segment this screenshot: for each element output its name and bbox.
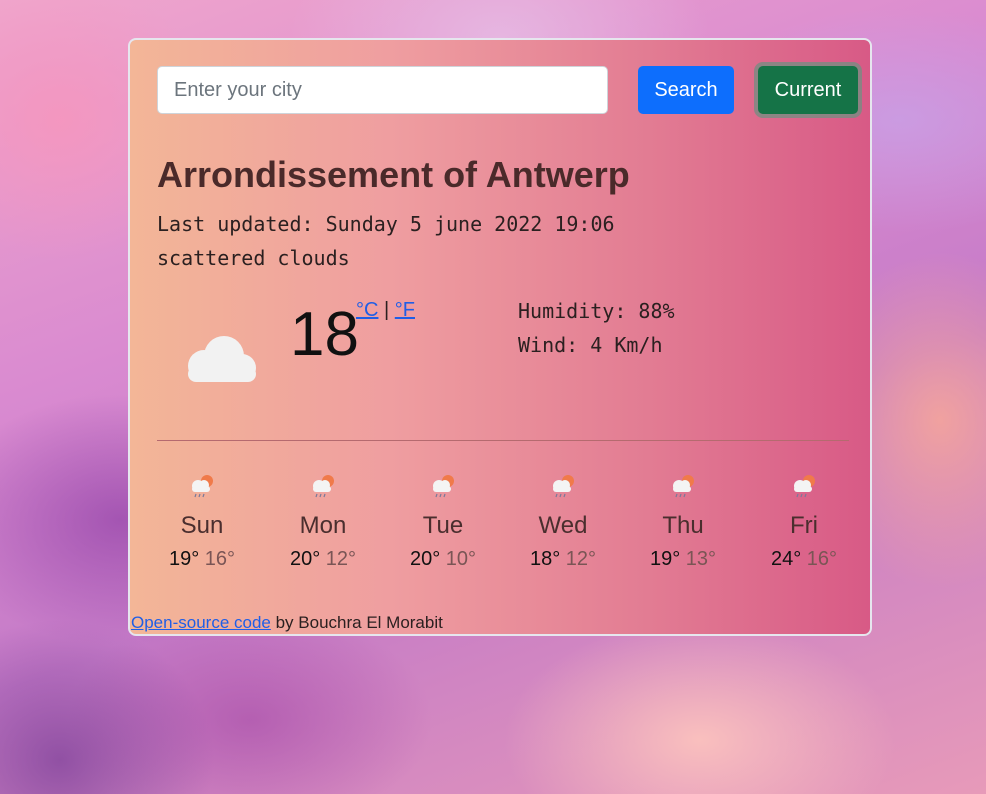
open-source-link[interactable]: Open-source code [131, 613, 271, 632]
forecast-day: Thu 19° 13° [633, 472, 733, 571]
rain-cloud-sun-icon [673, 475, 694, 498]
forecast-day-name: Sun [180, 512, 224, 539]
forecast-min: 10° [445, 548, 477, 570]
current-temperature: 18 [290, 300, 359, 369]
forecast-max: 19° [649, 548, 681, 570]
forecast-day: Wed 18° 12° [513, 472, 613, 571]
forecast-temps: 19° 13° [633, 548, 733, 571]
forecast-day-name: Wed [538, 512, 588, 539]
forecast-temps: 18° 12° [513, 548, 613, 571]
unit-switch: °C | °F [356, 299, 415, 322]
forecast-day: Fri 24° 16° [754, 472, 854, 571]
footer-credit: by Bouchra El Morabit [270, 613, 443, 632]
search-button[interactable]: Search [638, 66, 734, 114]
city-name: Arrondissement of Antwerp [157, 154, 630, 195]
forecast-max: 20° [289, 548, 321, 570]
city-search-input[interactable] [157, 66, 608, 114]
forecast-max: 19° [168, 548, 200, 570]
cloud-icon [188, 336, 256, 382]
forecast-temps: 20° 12° [273, 548, 373, 571]
unit-separator: | [384, 299, 390, 321]
last-updated: Last updated: Sunday 5 june 2022 19:06 [157, 212, 615, 236]
divider [157, 440, 849, 441]
forecast-temps: 20° 10° [393, 548, 493, 571]
rain-cloud-sun-icon [192, 475, 213, 498]
forecast-min: 12° [325, 548, 357, 570]
forecast-day: Tue 20° 10° [393, 472, 493, 571]
rain-cloud-sun-icon [313, 475, 334, 498]
forecast-min: 13° [685, 548, 717, 570]
current-location-button[interactable]: Current [758, 66, 858, 114]
forecast-max: 18° [529, 548, 561, 570]
forecast-temps: 24° 16° [754, 548, 854, 571]
forecast-max: 20° [409, 548, 441, 570]
fahrenheit-link[interactable]: °F [395, 299, 415, 321]
forecast-day-name: Thu [662, 512, 704, 539]
forecast-day: Sun 19° 16° [152, 472, 252, 571]
wind-speed: Wind: 4 Km/h [518, 333, 663, 357]
forecast-day-name: Mon [299, 512, 347, 539]
forecast-min: 16° [806, 548, 838, 570]
forecast-day: Mon 20° 12° [273, 472, 373, 571]
forecast-min: 12° [565, 548, 597, 570]
rain-cloud-sun-icon [553, 475, 574, 498]
forecast-day-name: Tue [422, 512, 464, 539]
weather-card: Search Current Arrondissement of Antwerp… [128, 38, 872, 636]
rain-cloud-sun-icon [433, 475, 454, 498]
footer: Open-source code by Bouchra El Morabit [131, 613, 443, 633]
forecast-temps: 19° 16° [152, 548, 252, 571]
celsius-link[interactable]: °C [356, 299, 378, 321]
forecast-min: 16° [204, 548, 236, 570]
weather-description: scattered clouds [157, 246, 350, 270]
rain-cloud-sun-icon [794, 475, 815, 498]
forecast-day-name: Fri [790, 512, 818, 539]
humidity: Humidity: 88% [518, 299, 675, 323]
forecast-max: 24° [770, 548, 802, 570]
